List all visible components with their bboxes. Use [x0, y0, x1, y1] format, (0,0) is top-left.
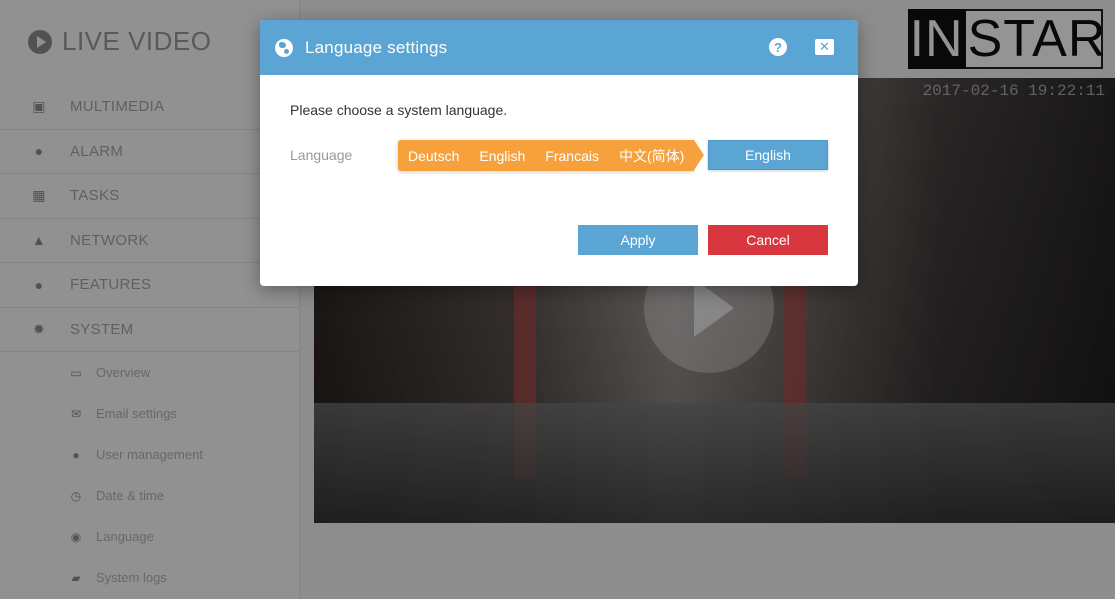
apply-button[interactable]: Apply	[578, 225, 698, 255]
globe-icon	[275, 38, 293, 57]
language-select[interactable]: English	[708, 140, 828, 170]
language-option-english[interactable]: English	[479, 148, 525, 164]
language-option-deutsch[interactable]: Deutsch	[408, 148, 459, 164]
dialog-title: Language settings	[305, 37, 448, 57]
dialog-header: Language settings ? ✕	[260, 20, 858, 75]
language-field-label: Language	[290, 147, 353, 163]
help-icon[interactable]: ?	[769, 38, 787, 56]
language-settings-dialog: Language settings ? ✕ Please choose a sy…	[260, 20, 858, 286]
language-option-francais[interactable]: Francais	[545, 148, 599, 164]
dialog-prompt: Please choose a system language.	[290, 102, 508, 118]
language-option-chinese[interactable]: 中文(简体)	[619, 146, 684, 166]
close-icon[interactable]: ✕	[815, 39, 834, 55]
language-options-popover: Deutsch English Francais 中文(简体)	[398, 140, 705, 171]
cancel-button[interactable]: Cancel	[708, 225, 828, 255]
